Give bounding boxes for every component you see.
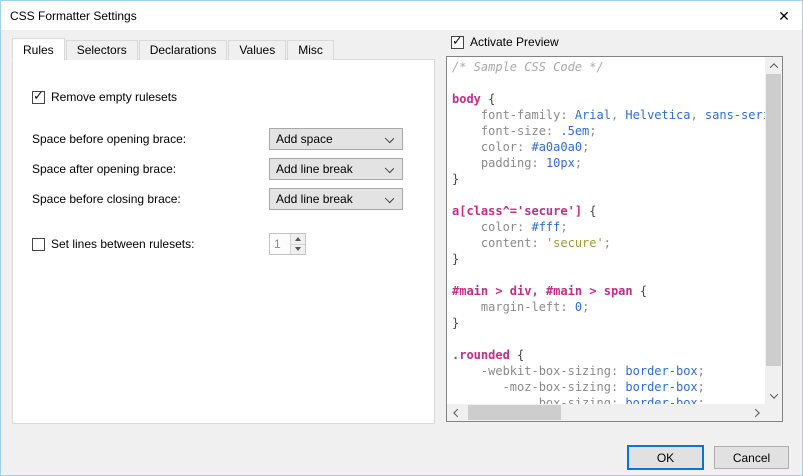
set-lines-between-rulesets-checkbox[interactable]: ✓ Set lines between rulesets: [32, 236, 194, 252]
code-line [452, 187, 765, 203]
combo-2[interactable]: Add line break [269, 188, 403, 210]
chevron-right-icon [751, 408, 759, 416]
code-line: /* Sample CSS Code */ [452, 59, 765, 75]
form-row: Space before closing brace: Add line brea… [13, 188, 434, 210]
tab-values[interactable]: Values [228, 40, 286, 60]
tab-rules[interactable]: Rules [12, 38, 65, 61]
code-line: font-size: .5em; [452, 123, 765, 139]
scroll-up-button[interactable] [765, 57, 782, 74]
combo-value: Add space [276, 132, 333, 146]
checkbox-box[interactable]: ✓ [32, 91, 45, 104]
remove-empty-rulesets-checkbox[interactable]: ✓ Remove empty rulesets [32, 89, 177, 105]
set-lines-between-rulesets-label: Set lines between rulesets: [51, 237, 194, 251]
combo-value: Add line break [276, 192, 353, 206]
form-row: Space before opening brace: Add space [13, 128, 434, 150]
css-preview-code: /* Sample CSS Code */ body { font-family:… [447, 57, 765, 404]
code-line: -moz-box-sizing: border-box; [452, 379, 765, 395]
remove-empty-rulesets-label: Remove empty rulesets [51, 90, 177, 104]
title-bar: CSS Formatter Settings ✕ [1, 1, 802, 30]
spinner-value[interactable]: 1 [270, 234, 290, 254]
tab-strip: RulesSelectorsDeclarationsValuesMisc [12, 37, 335, 60]
vertical-scrollbar[interactable] [765, 57, 782, 404]
chevron-down-icon [385, 194, 394, 203]
css-preview-box: /* Sample CSS Code */ body { font-family:… [446, 56, 783, 422]
scroll-right-button[interactable] [748, 404, 765, 421]
chevron-left-icon [453, 408, 461, 416]
horizontal-scrollbar[interactable] [447, 404, 765, 421]
code-line: body { [452, 91, 765, 107]
code-line: font-family: Arial, Helvetica, sans-seri… [452, 107, 765, 123]
spinner-up-button[interactable] [291, 234, 305, 244]
code-line: margin-left: 0; [452, 299, 765, 315]
form-row-label: Space before closing brace: [32, 188, 181, 210]
arrow-up-icon [295, 237, 301, 241]
check-icon: ✓ [452, 34, 463, 47]
tab-selectors[interactable]: Selectors [66, 40, 138, 60]
rules-tab-panel: ✓ Remove empty rulesets Space before ope… [12, 59, 435, 424]
code-line: } [452, 171, 765, 187]
combo-1[interactable]: Add line break [269, 158, 403, 180]
vertical-scrollbar-thumb[interactable] [766, 74, 781, 366]
horizontal-scrollbar-thumb[interactable] [468, 405, 561, 420]
activate-preview-label: Activate Preview [470, 35, 559, 49]
code-line: #main > div, #main > span { [452, 283, 765, 299]
code-line: content: 'secure'; [452, 235, 765, 251]
chevron-down-icon [385, 134, 394, 143]
window-title: CSS Formatter Settings [10, 9, 137, 23]
combo-value: Add line break [276, 162, 353, 176]
chevron-down-icon [385, 164, 394, 173]
code-line: } [452, 315, 765, 331]
code-line: color: #a0a0a0; [452, 139, 765, 155]
combo-0[interactable]: Add space [269, 128, 403, 150]
spinner-down-button[interactable] [291, 244, 305, 255]
ok-button[interactable]: OK [627, 445, 704, 470]
code-line: box-sizing: border-box; [452, 395, 765, 404]
chevron-down-icon [769, 390, 777, 398]
form-row-label: Space before opening brace: [32, 128, 186, 150]
checkbox-box[interactable]: ✓ [32, 238, 45, 251]
code-line: } [452, 251, 765, 267]
check-icon: ✓ [33, 89, 44, 102]
code-line: -webkit-box-sizing: border-box; [452, 363, 765, 379]
arrow-down-icon [295, 247, 301, 251]
checkbox-box[interactable]: ✓ [451, 36, 464, 49]
scroll-down-button[interactable] [765, 387, 782, 404]
code-line [452, 331, 765, 347]
chevron-up-icon [769, 63, 777, 71]
activate-preview-checkbox[interactable]: ✓ Activate Preview [451, 34, 559, 50]
code-line [452, 267, 765, 283]
code-line: a[class^='secure'] { [452, 203, 765, 219]
code-line: padding: 10px; [452, 155, 765, 171]
tab-declarations[interactable]: Declarations [139, 40, 228, 60]
form-row-label: Space after opening brace: [32, 158, 176, 180]
scrollbar-corner [765, 404, 782, 421]
code-line: color: #fff; [452, 219, 765, 235]
form-row: Space after opening brace: Add line break [13, 158, 434, 180]
brace-option-rows: Space before opening brace:Add spaceSpac… [13, 128, 434, 218]
lines-between-rulesets-spinner: 1 [269, 233, 306, 255]
scroll-left-button[interactable] [447, 404, 464, 421]
cancel-button[interactable]: Cancel [714, 446, 789, 469]
code-line [452, 75, 765, 91]
close-icon[interactable]: ✕ [774, 6, 794, 26]
css-formatter-settings-dialog: CSS Formatter Settings ✕ RulesSelectorsD… [0, 0, 803, 476]
spinner-buttons [290, 234, 305, 254]
tab-misc[interactable]: Misc [287, 40, 334, 60]
code-line: .rounded { [452, 347, 765, 363]
